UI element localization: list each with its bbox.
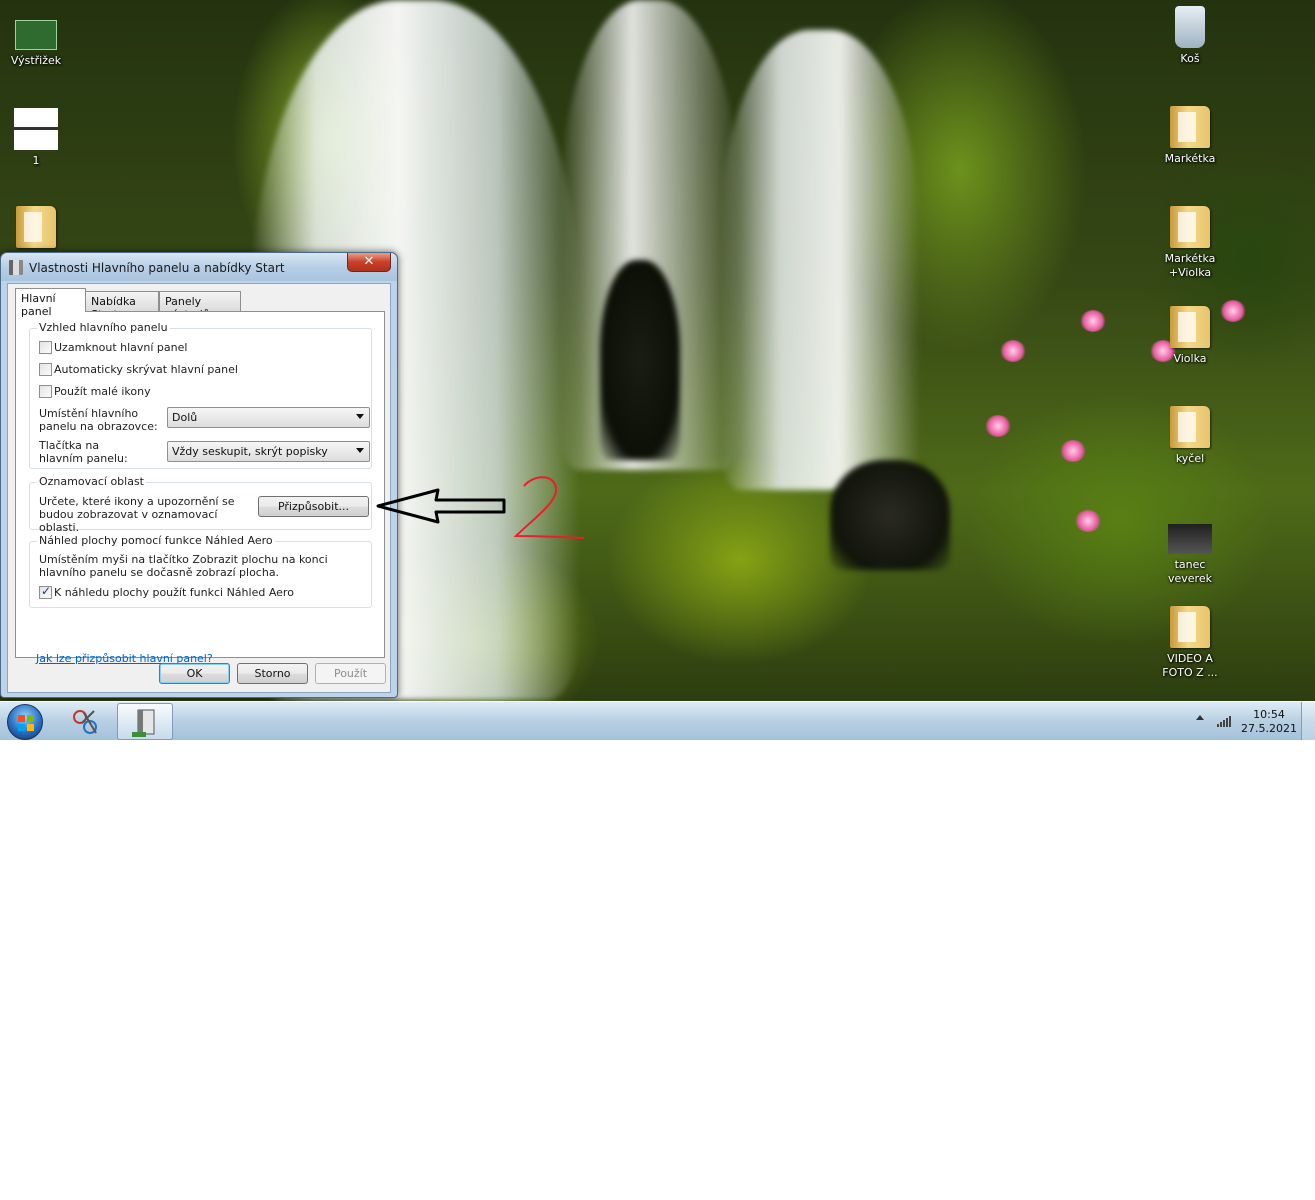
apply-button: Použít [315,663,386,684]
screen: Výstřižek 1 Koš Markétka Markétka +Violk… [0,0,1315,740]
flower-shape [1060,440,1086,462]
desktop-icon-label: Markétka [1164,152,1216,165]
folder-icon [1170,606,1210,648]
desktop-icon-label: Výstřižek [10,54,62,67]
desktop-icon-tanec-veverek[interactable]: tanec veverek [1154,516,1226,586]
location-label: Umístění hlavního panelu na obrazovce: [39,407,158,433]
clock-time: 10:54 [1253,708,1285,721]
flower-shape [1000,340,1026,362]
annotation-number [513,476,585,539]
tab-panel-content: Vzhled hlavního panelu Uzamknout hlavní … [15,311,385,665]
lock-taskbar-checkbox[interactable] [39,341,52,354]
rock-shape [830,460,950,570]
windows-logo-icon [18,715,34,731]
group-notification-area: Oznamovací oblast Určete, které ikony a … [29,475,372,534]
clock[interactable]: 10:54 27.5.2021 [1240,708,1298,736]
desktop-icon-vystrizek[interactable]: Výstřižek [0,14,72,68]
small-icons-label: Použít malé ikony [54,385,151,398]
desktop-icon-kycel[interactable]: kyčel [1154,406,1226,466]
rock-shape [600,260,680,460]
autohide-label: Automaticky skrývat hlavní panel [54,363,238,376]
taskbar-buttons-select-value: Vždy seskupit, skrýt popisky [172,445,328,458]
desktop-icon-label: kyčel [1175,452,1205,465]
buttons-label: Tlačítka na hlavním panelu: [39,439,128,465]
show-desktop-button[interactable] [1301,702,1315,740]
snipping-tool-icon [15,20,57,50]
desktop-icon-violka[interactable]: Violka [1154,306,1226,366]
taskbar-properties-icon [9,260,23,275]
recycle-bin-icon [1175,6,1205,48]
notification-description: Určete, které ikony a upozornění se budo… [39,495,235,534]
desktop-icon-label: tanec veverek [1168,558,1212,585]
flower-shape [985,415,1011,437]
location-select-value: Dolů [172,411,198,424]
clock-date: 27.5.2021 [1241,722,1297,735]
arrow-shape [376,488,506,524]
folder-icon [1170,106,1210,148]
group-aero-peek: Náhled plochy pomocí funkce Náhled Aero … [29,534,372,608]
aero-peek-description: Umístěním myši na tlačítko Zobrazit ploc… [39,553,328,579]
location-select[interactable]: Dolů [167,407,370,428]
desktop-icon-label: Markétka +Violka [1164,252,1216,279]
dialog-title: Vlastnosti Hlavního panelu a nabídky Sta… [29,261,285,275]
group-title: Vzhled hlavního panelu [37,321,170,334]
desktop-icon-1[interactable]: 1 [0,108,72,168]
tab-nabidka-start[interactable]: Nabídka Start [85,291,159,321]
annotation-arrow [376,476,585,539]
group-title: Náhled plochy pomocí funkce Náhled Aero [37,534,275,547]
desktop-icon-marketka[interactable]: Markétka [1154,106,1226,166]
taskbar: 10:54 27.5.2021 [0,701,1315,740]
folder-icon [1170,406,1210,448]
desktop-icon-label: 1 [32,154,40,167]
lock-taskbar-label: Uzamknout hlavní panel [54,341,188,354]
desktop-icon-folder[interactable] [0,206,72,252]
tab-panely-nastroju[interactable]: Panely nástrojů [159,291,241,321]
flower-shape [1075,510,1101,532]
desktop-icon-video-foto[interactable]: VIDEO A FOTO Z ... [1154,606,1226,680]
chevron-down-icon [356,414,364,419]
group-appearance: Vzhled hlavního panelu Uzamknout hlavní … [29,321,372,469]
taskbar-properties-window[interactable] [117,703,173,740]
taskbar-properties-dialog: Vlastnosti Hlavního panelu a nabídky Sta… [0,252,398,698]
start-button[interactable] [7,704,43,740]
flower-shape [1080,310,1106,332]
desktop-icon-recycle-bin[interactable]: Koš [1154,6,1226,66]
waterfall-shape [720,30,920,490]
small-icons-checkbox[interactable] [39,385,52,398]
taskbar-buttons-select[interactable]: Vždy seskupit, skrýt popisky [167,441,370,462]
ok-button[interactable]: OK [159,663,230,684]
cancel-button[interactable]: Storno [237,663,308,684]
taskbar-properties-icon [132,709,155,737]
show-hidden-icons-button[interactable] [1196,715,1204,720]
autohide-checkbox[interactable] [39,363,52,376]
aero-peek-label: K náhledu plochy použít funkci Náhled Ae… [54,586,294,599]
desktop-icon-label: Violka [1173,352,1207,365]
network-icon[interactable] [1216,715,1232,727]
dialog-client-area: Hlavní panel Nabídka Start Panely nástro… [7,283,391,693]
folder-icon [16,206,56,248]
tab-label: Hlavní panel [21,292,56,318]
image-file-icon [14,108,58,150]
folder-icon [1170,306,1210,348]
tab-hlavni-panel[interactable]: Hlavní panel [15,288,86,318]
desktop-icon-label: VIDEO A FOTO Z ... [1162,652,1218,679]
aero-peek-checkbox[interactable] [39,584,52,599]
desktop-icon-marketka-violka[interactable]: Markétka +Violka [1154,206,1226,280]
dialog-titlebar[interactable]: Vlastnosti Hlavního panelu a nabídky Sta… [1,253,397,281]
close-button[interactable]: ✕ [347,253,391,272]
video-file-icon [1168,524,1212,554]
taskbar-snipping-tool[interactable] [58,703,114,740]
customize-button[interactable]: Přizpůsobit... [258,496,369,517]
folder-icon [1170,206,1210,248]
scissors-icon [73,710,97,734]
group-title: Oznamovací oblast [37,475,146,488]
desktop-icon-label: Koš [1180,52,1200,65]
chevron-down-icon [356,448,364,453]
